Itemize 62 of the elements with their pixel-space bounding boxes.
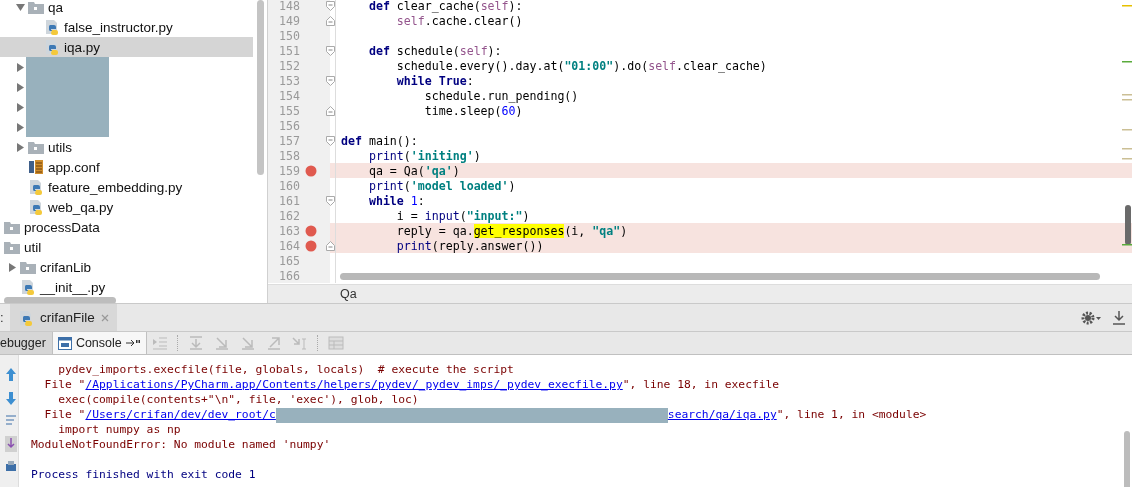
line-number: 148 <box>278 0 300 13</box>
code-text: schedule.run_pending() <box>423 88 579 103</box>
line-number: 153 <box>278 73 300 88</box>
code-text: print(reply.answer()) <box>395 238 544 253</box>
line-number: 160 <box>278 178 300 193</box>
tree-item[interactable]: feature_embedding.py <box>0 177 253 197</box>
code-text: print('model loaded') <box>367 178 516 193</box>
console-text: exec(compile(contents+"\n", file, 'exec'), glob, loc) <box>57 393 419 406</box>
tree-item[interactable]: app.conf <box>0 157 253 177</box>
line-number: 159 <box>278 163 300 178</box>
console-tab[interactable]: Console <box>52 332 147 354</box>
console-text: Process finished with exit code 1 <box>31 468 256 481</box>
tree-item[interactable]: processData <box>0 217 253 237</box>
tree-item[interactable]: iqa.py <box>0 37 253 57</box>
console-text: File " <box>43 378 86 391</box>
code-text: while True: <box>395 73 474 88</box>
line-number: 155 <box>278 103 300 118</box>
line-number: 158 <box>278 148 300 163</box>
code-text: qa = Qa('qa') <box>367 163 460 178</box>
panel-title: : <box>0 310 5 325</box>
code-text: reply = qa.get_responses(i, "qa") <box>395 223 628 238</box>
line-number: 163 <box>278 223 300 238</box>
run-tab[interactable]: crifanFile <box>10 304 117 331</box>
breadcrumb[interactable]: Qa <box>340 287 357 301</box>
tree-item[interactable]: __init__.py <box>0 277 253 297</box>
line-number: 162 <box>278 208 300 223</box>
code-text: def clear_cache(self): <box>367 0 523 13</box>
code-text: schedule.every().day.at("01:00").do(self.clear_cache) <box>395 58 767 73</box>
tree-item[interactable]: qa <box>0 0 253 17</box>
console-text: pydev_imports.execfile(file, globals, locals) # execute the script <box>57 363 514 376</box>
line-number: 164 <box>278 238 300 253</box>
line-number: 161 <box>278 193 300 208</box>
code-text: print('initing') <box>367 148 481 163</box>
tree-item[interactable]: util <box>0 237 253 257</box>
file-link[interactable]: /Applications/PyCharm.app/Contents/helpers/pydev/_pydev_imps/_pydev_execfile.py <box>85 378 623 391</box>
code-text: time.sleep(60) <box>423 103 523 118</box>
line-number: 152 <box>278 58 300 73</box>
console-text: ModuleNotFoundError: No module named 'numpy' <box>31 438 331 451</box>
line-number: 165 <box>278 253 300 268</box>
console-text: import numpy as np <box>57 423 181 436</box>
console-text: ", line 1, in <module> <box>776 408 927 421</box>
line-number: 154 <box>278 88 300 103</box>
line-number: 166 <box>278 268 300 283</box>
code-text: self.cache.clear() <box>395 13 523 28</box>
line-number: 157 <box>278 133 300 148</box>
console-tab[interactable]: ebugger <box>0 332 53 354</box>
code-text: i = input("input:") <box>395 208 530 223</box>
console-text: ", line 18, in execfile <box>622 378 780 391</box>
code-text: while 1: <box>367 193 425 208</box>
line-number: 150 <box>278 28 300 43</box>
tree-item[interactable]: crifanLib <box>0 257 253 277</box>
file-link[interactable]: /Users/crifan/dev/dev_root/c <box>85 408 276 421</box>
tree-item[interactable]: utils <box>0 137 253 157</box>
tree-item[interactable]: web_qa.py <box>0 197 253 217</box>
line-number: 156 <box>278 118 300 133</box>
tree-item[interactable]: false_instructor.py <box>0 17 253 37</box>
line-number: 149 <box>278 13 300 28</box>
file-link[interactable]: search/qa/iqa.py <box>667 408 777 421</box>
code-text: def main(): <box>340 133 418 148</box>
code-text: def schedule(self): <box>367 43 502 58</box>
console-text: File " <box>43 408 86 421</box>
line-number: 151 <box>278 43 300 58</box>
